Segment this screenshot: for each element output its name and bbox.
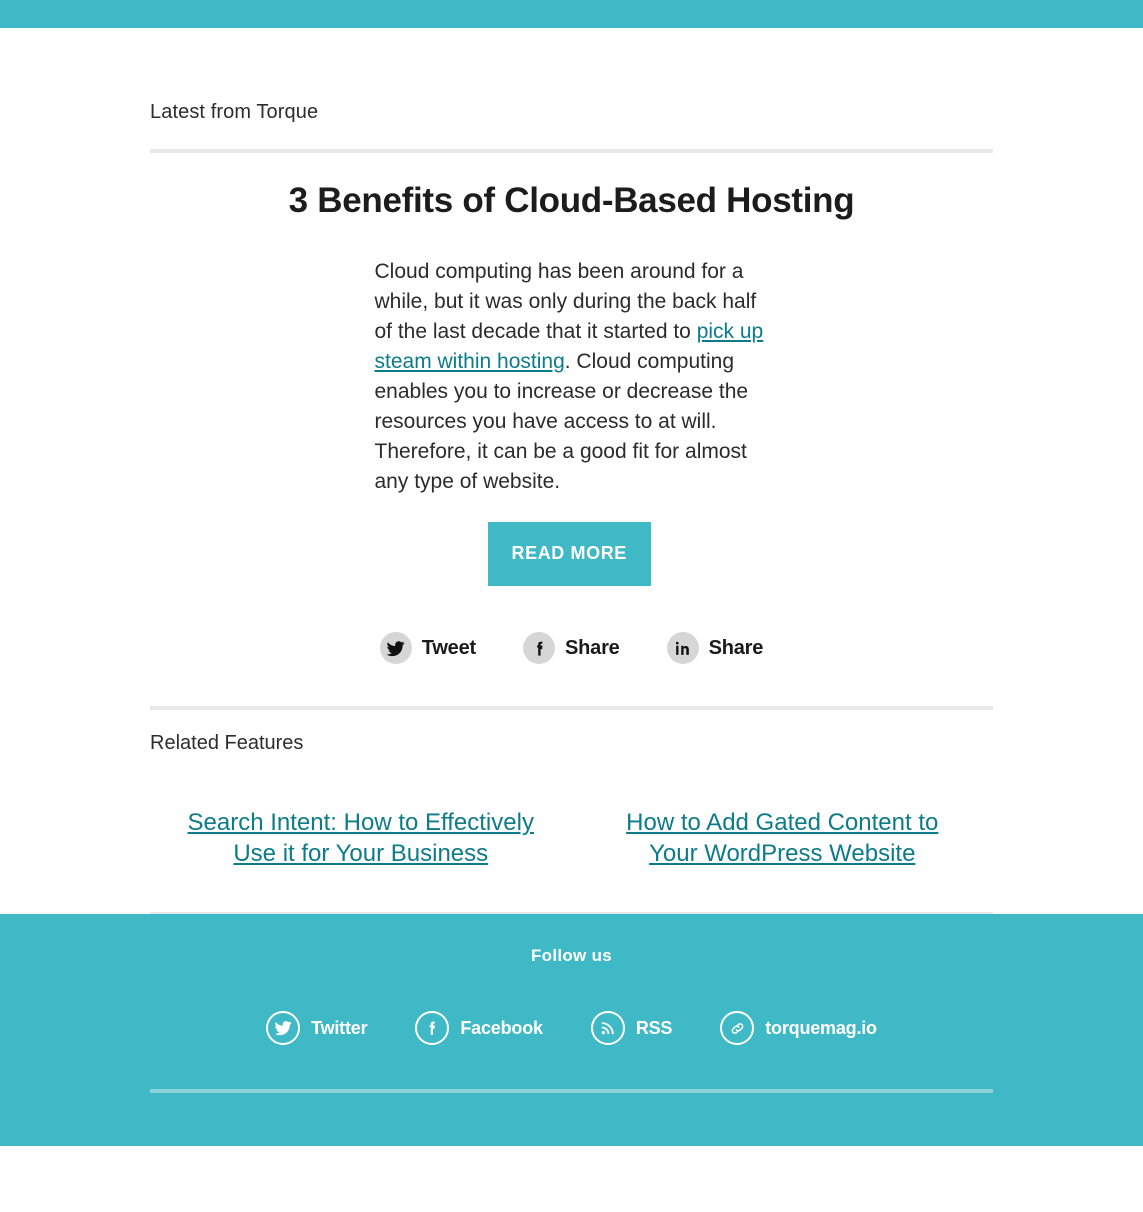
- section-eyebrow: Latest from Torque: [150, 101, 319, 123]
- linkedin-icon: [666, 632, 699, 665]
- top-accent-bar: [0, 0, 1143, 28]
- facebook-icon: [523, 632, 555, 665]
- read-more-button[interactable]: READ MORE: [487, 522, 651, 587]
- article-body: Cloud computing has been around for a wh…: [375, 257, 769, 497]
- article-title: 3 Benefits of Cloud-Based Hosting: [288, 181, 855, 220]
- divider-top: [150, 149, 993, 153]
- footer-divider: [150, 1089, 993, 1094]
- twitter-icon: [266, 1011, 301, 1046]
- share-label: Share: [708, 636, 764, 659]
- footer-social-label: RSS: [635, 1017, 673, 1038]
- footer-social-label: Facebook: [460, 1017, 543, 1038]
- share-facebook-button[interactable]: Share: [523, 632, 620, 665]
- related-feature-item: Search Intent: How to Effectively Use it…: [150, 807, 572, 869]
- page: Latest from Torque 3 Benefits of Cloud-B…: [0, 28, 1143, 1147]
- link-icon: [720, 1011, 755, 1046]
- read-more-wrap: READ MORE: [375, 522, 769, 587]
- site-footer: Follow us Twitter Facebook RSS torquemag…: [0, 914, 1143, 1147]
- footer-rss-link[interactable]: RSS: [590, 1011, 673, 1046]
- related-feature-item: How to Add Gated Content to Your WordPre…: [572, 807, 994, 869]
- share-label: Tweet: [421, 636, 476, 659]
- share-linkedin-button[interactable]: Share: [666, 632, 764, 665]
- footer-twitter-link[interactable]: Twitter: [266, 1011, 368, 1046]
- related-features-heading: Related Features: [150, 732, 304, 755]
- follow-us-label: Follow us: [530, 946, 613, 966]
- share-tweet-button[interactable]: Tweet: [379, 632, 476, 665]
- share-label: Share: [565, 636, 620, 659]
- footer-social-row: Twitter Facebook RSS torquemag.io: [150, 1011, 993, 1046]
- facebook-icon: [415, 1011, 450, 1046]
- related-feature-link[interactable]: How to Add Gated Content to Your WordPre…: [600, 807, 966, 869]
- related-features-list: Search Intent: How to Effectively Use it…: [150, 807, 993, 869]
- footer-inner: Follow us Twitter Facebook RSS torquemag…: [150, 914, 993, 1094]
- footer-website-link[interactable]: torquemag.io: [720, 1011, 877, 1046]
- footer-social-label: torquemag.io: [765, 1017, 877, 1038]
- content-column: Latest from Torque 3 Benefits of Cloud-B…: [150, 28, 993, 915]
- footer-facebook-link[interactable]: Facebook: [415, 1011, 543, 1046]
- share-row: Tweet Share Share: [150, 632, 993, 665]
- divider-related: [150, 706, 993, 711]
- rss-icon: [590, 1011, 625, 1046]
- twitter-icon: [379, 632, 412, 665]
- related-feature-link[interactable]: Search Intent: How to Effectively Use it…: [178, 807, 544, 869]
- footer-social-label: Twitter: [311, 1017, 368, 1038]
